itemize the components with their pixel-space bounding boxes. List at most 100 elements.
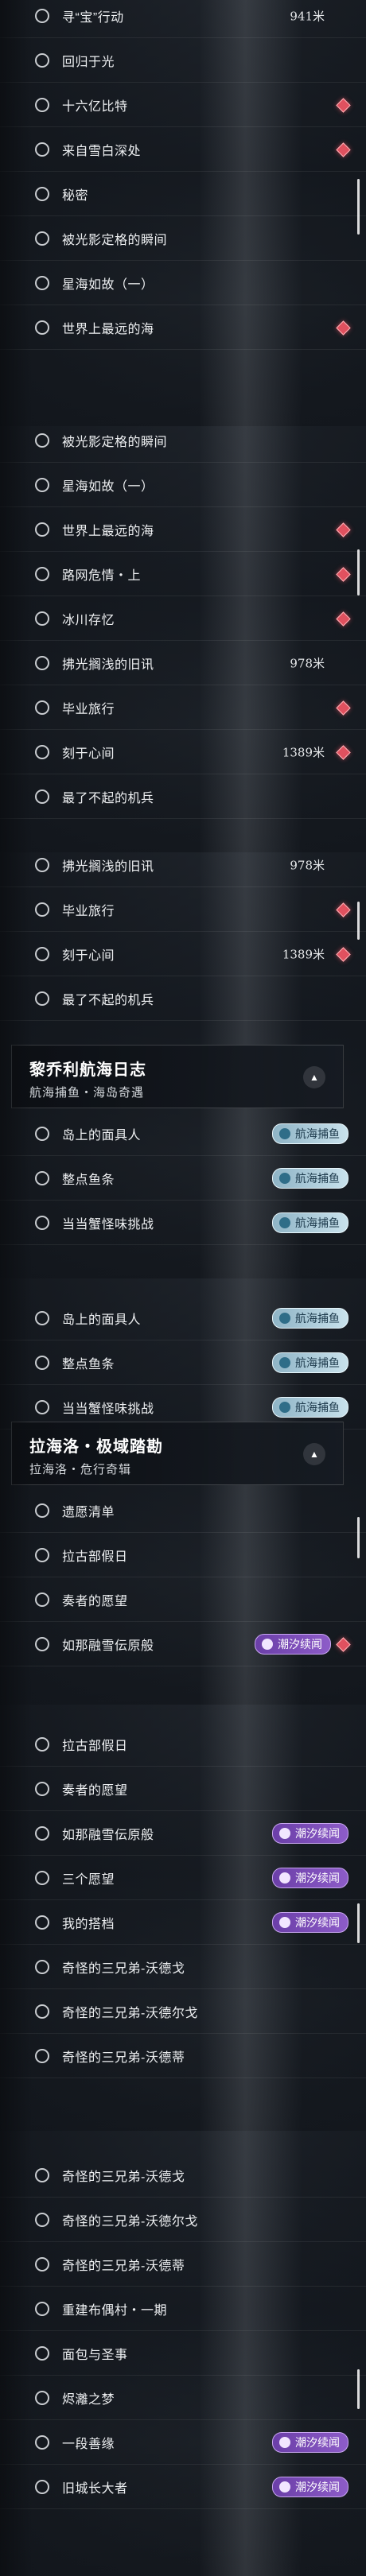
- quest-row[interactable]: 来自雪白深处: [0, 127, 366, 172]
- quest-row[interactable]: 奏者的愿望: [0, 1577, 366, 1622]
- quest-title: 重建布偶村・一期: [62, 2303, 168, 2318]
- quest-title: 奏者的愿望: [62, 1594, 128, 1608]
- chevron-up-icon[interactable]: ▲: [303, 1443, 325, 1465]
- quest-title: 三个愿望: [62, 1872, 115, 1887]
- diamond-icon: [336, 1636, 351, 1652]
- quest-title: 被光影定格的瞬间: [62, 435, 168, 449]
- quest-row[interactable]: 星海如故（一）: [0, 261, 366, 305]
- quest-row[interactable]: 寻“宝”行动 941米: [0, 0, 366, 38]
- quest-row[interactable]: 旧城长大者 潮汐续闻: [0, 2465, 366, 2509]
- circle-icon: [35, 477, 49, 492]
- distance-label: 1389米: [282, 745, 325, 759]
- quest-list[interactable]: 拂光搁浅的旧讯 978米 毕业旅行 刻于心间 1389米 最了不起的机兵 黎乔利航海日志 航海…: [0, 852, 366, 1278]
- quest-list[interactable]: 岛上的面具人 航海捕鱼 整点鱼条 航海捕鱼当当蟹怪味挑战 航海捕鱼拉海洛・极域踏勘 拉海洛…: [0, 1278, 366, 1705]
- quest-row[interactable]: 整点鱼条 航海捕鱼: [0, 1156, 366, 1201]
- quest-row[interactable]: 我的搭档 潮汐续闻: [0, 1900, 366, 1945]
- quest-row[interactable]: 回归于光: [0, 38, 366, 83]
- circle-icon: [35, 857, 49, 872]
- quest-row[interactable]: 秘密: [0, 172, 366, 216]
- quest-row[interactable]: 面包与圣事: [0, 2331, 366, 2376]
- quest-title: 世界上最远的海: [62, 524, 154, 538]
- quest-row[interactable]: 毕业旅行: [0, 887, 366, 932]
- quest-row[interactable]: 被光影定格的瞬间: [0, 426, 366, 463]
- quest-group-header[interactable]: 拉海洛・极域踏勘 拉海洛・危行奇辑 ▲: [11, 1422, 344, 1485]
- quest-title: 十六亿比特: [62, 99, 128, 114]
- scrollbar-thumb[interactable]: [357, 1517, 360, 1558]
- group-title: 黎乔利航海日志: [29, 1061, 146, 1079]
- scrollbar-thumb[interactable]: [357, 2369, 360, 2409]
- scrollbar-thumb[interactable]: [357, 902, 360, 940]
- diamond-icon: [336, 320, 351, 336]
- quest-row[interactable]: 最了不起的机兵: [0, 774, 366, 819]
- quest-title: 当当蟹怪味挑战: [62, 1402, 154, 1416]
- quest-row[interactable]: 重建布偶村・一期: [0, 2287, 366, 2331]
- chevron-up-icon[interactable]: ▲: [303, 1066, 325, 1088]
- quest-row[interactable]: 最了不起的机兵: [0, 976, 366, 1021]
- distance-label: 1389米: [282, 947, 325, 961]
- quest-row[interactable]: 奇怪的三兄弟-沃德戈: [0, 1945, 366, 1989]
- circle-icon: [35, 142, 49, 157]
- quest-row[interactable]: 一段善缘 潮汐续闻: [0, 2420, 366, 2465]
- quest-row[interactable]: 冰川存忆: [0, 596, 366, 641]
- quest-title: 奇怪的三兄弟-沃德蒂: [62, 2050, 185, 2065]
- quest-title: 遗愿清单: [62, 1505, 115, 1519]
- quest-list[interactable]: 寻“宝”行动 941米 回归于光十六亿比特来自雪白深处 秘密 被光影定格的瞬间 星海如故（…: [0, 0, 366, 426]
- distance-label: 941米: [290, 9, 325, 23]
- fishing-badge: 航海捕鱼: [272, 1212, 348, 1233]
- quest-row[interactable]: 被光影定格的瞬间: [0, 216, 366, 261]
- quest-row[interactable]: 奇怪的三兄弟-沃德蒂: [0, 2034, 366, 2078]
- circle-icon: [35, 1636, 49, 1651]
- quest-row[interactable]: 拂光搁浅的旧讯 978米: [0, 852, 366, 887]
- quest-row[interactable]: 岛上的面具人 航海捕鱼: [0, 1296, 366, 1340]
- quest-row[interactable]: 整点鱼条 航海捕鱼: [0, 1340, 366, 1385]
- quest-row[interactable]: 遗愿清单: [0, 1488, 366, 1533]
- scrollbar-thumb[interactable]: [357, 179, 360, 235]
- circle-icon: [35, 52, 49, 68]
- quest-title: 岛上的面具人: [62, 1128, 142, 1143]
- circle-icon: [35, 1215, 49, 1230]
- quest-title: 当当蟹怪味挑战: [62, 1217, 154, 1232]
- quest-row[interactable]: 毕业旅行: [0, 685, 366, 730]
- quest-row[interactable]: 十六亿比特: [0, 83, 366, 127]
- quest-row[interactable]: 如那融雪伝原般 潮汐续闻: [0, 1811, 366, 1856]
- quest-group-header[interactable]: 黎乔利航海日志 航海捕鱼・海岛奇遇 ▲: [11, 1045, 344, 1108]
- quest-list[interactable]: 拉古部假日 奏者的愿望 如那融雪伝原般 潮汐续闻 三个愿望 潮汐续闻 我的搭档 潮汐续闻 奇怪的…: [0, 1705, 366, 2131]
- quest-title: 奇怪的三兄弟-沃德戈: [62, 2170, 185, 2184]
- circle-icon: [35, 700, 49, 715]
- quest-row[interactable]: 岛上的面具人 航海捕鱼: [0, 1111, 366, 1156]
- quest-row[interactable]: 当当蟹怪味挑战 航海捕鱼: [0, 1201, 366, 1245]
- quest-panel: 拂光搁浅的旧讯 978米 毕业旅行 刻于心间 1389米 最了不起的机兵 黎乔利航海日志 航海…: [0, 852, 366, 1278]
- fishing-badge: 航海捕鱼: [272, 1352, 348, 1373]
- circle-icon: [35, 1870, 49, 1885]
- quest-row[interactable]: 刻于心间 1389米: [0, 730, 366, 774]
- quest-row[interactable]: 拉古部假日: [0, 1533, 366, 1577]
- quest-row[interactable]: 奏者的愿望: [0, 1767, 366, 1811]
- quest-row[interactable]: 刻于心间 1389米: [0, 932, 366, 976]
- diamond-icon: [336, 566, 351, 582]
- tide-story-badge: 潮汐续闻: [272, 2431, 348, 2453]
- quest-row[interactable]: 烬灕之梦: [0, 2376, 366, 2420]
- quest-title: 拂光搁浅的旧讯: [62, 658, 154, 672]
- quest-row[interactable]: 星海如故（一）: [0, 463, 366, 507]
- quest-row[interactable]: 奇怪的三兄弟-沃德蒂: [0, 2242, 366, 2287]
- quest-row[interactable]: 拉古部假日: [0, 1722, 366, 1767]
- quest-list[interactable]: 奇怪的三兄弟-沃德戈奇怪的三兄弟-沃德尔戈 奇怪的三兄弟-沃德蒂重建布偶村・一期面…: [0, 2131, 366, 2576]
- quest-row[interactable]: 世界上最远的海: [0, 305, 366, 350]
- quest-row[interactable]: 三个愿望 潮汐续闻: [0, 1856, 366, 1900]
- quest-panel: 岛上的面具人 航海捕鱼 整点鱼条 航海捕鱼当当蟹怪味挑战 航海捕鱼拉海洛・极域踏勘 拉海洛…: [0, 1278, 366, 1705]
- circle-icon: [35, 231, 49, 246]
- quest-row[interactable]: 世界上最远的海: [0, 507, 366, 552]
- quest-row[interactable]: 拂光搁浅的旧讯 978米: [0, 641, 366, 685]
- quest-row[interactable]: 奇怪的三兄弟-沃德尔戈: [0, 2198, 366, 2242]
- circle-icon: [35, 611, 49, 626]
- quest-row[interactable]: 如那融雪伝原般 潮汐续闻: [0, 1622, 366, 1666]
- scrollbar-thumb[interactable]: [357, 549, 360, 596]
- quest-row[interactable]: 奇怪的三兄弟-沃德戈: [0, 2153, 366, 2198]
- quest-row[interactable]: 奇怪的三兄弟-沃德尔戈: [0, 1989, 366, 2034]
- quest-title: 毕业旅行: [62, 702, 115, 716]
- scrollbar-thumb[interactable]: [357, 1903, 360, 1943]
- quest-title: 整点鱼条: [62, 1173, 115, 1187]
- fishing-badge: 航海捕鱼: [272, 1167, 348, 1189]
- quest-list[interactable]: 被光影定格的瞬间星海如故（一） 世界上最远的海路网危情・上 冰川存忆 拂光搁浅的旧讯 9…: [0, 426, 366, 852]
- quest-row[interactable]: 路网危情・上: [0, 552, 366, 596]
